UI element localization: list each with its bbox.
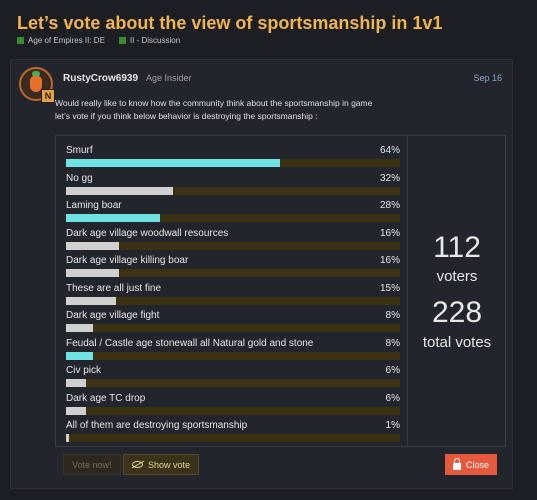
category-label: II - Discussion [129,36,181,45]
poll-option-bar [66,269,400,277]
poll-option-bar [66,324,400,332]
poll-option-label: Smurf [66,145,93,156]
poll-option-label: Dark age TC drop [66,392,146,404]
poll-option-percent: 28% [379,200,400,211]
poll-option-percent: 16% [379,227,400,239]
poll-option-bar-fill [66,434,70,442]
total-votes-count: 228 [431,296,483,329]
poll-option-label: All of them are destroying sportsmanship [66,420,248,431]
poll-option-label: Feudal / Castle age stonewall all Natura… [66,337,314,349]
poll-option-percent: 6% [385,365,400,376]
category-color-square [118,37,126,44]
poll-option-label: Dark age village fight [66,310,160,321]
topic-title[interactable]: Let’s vote about the view of sportsmansh… [17,13,442,34]
poll-option-bar [66,296,400,305]
post-body-line: let’s vote if you think below behavior i… [55,111,318,121]
user-title: Age Insider [146,73,192,83]
poll-option-label: Civ pick [66,365,102,376]
poll-option-bar-fill [66,406,87,415]
poll-results: Smurf 64% No gg 32% Laming boar 28% Dark age v… [56,136,408,446]
poll-option-bar-fill [66,186,173,195]
total-votes-label: total votes [422,334,492,351]
poll-option-bar [66,214,400,222]
poll-option-bar-fill [66,351,93,360]
category-discussion[interactable]: II - Discussion [118,36,181,45]
show-vote-button[interactable]: Show vote [123,454,200,475]
poll-stats: 112 voters 228 total votes [409,136,505,446]
poll-option-bar [66,351,400,360]
vote-now-button[interactable]: Vote now! [63,454,121,475]
post-body-line: Would really like to know how the commun… [55,98,373,108]
category-color-square [17,37,24,44]
poll-option-bar-fill [66,159,280,167]
poll-option-bar [66,241,400,250]
poll-option-percent: 15% [379,282,400,294]
poll: Smurf 64% No gg 32% Laming boar 28% Dark age v… [55,135,506,447]
poll-option-percent: 8% [385,310,400,321]
poll-option-bar [66,186,400,195]
poll-option-bar-fill [66,269,120,277]
close-label: Close [465,459,489,470]
poll-option-bar [66,434,400,442]
poll-option-label: Dark age village woodwall resources [66,227,229,239]
poll-option-bar-fill [66,214,160,222]
voters-count: 112 [433,231,481,264]
user-badge: N [41,89,55,103]
post: N RustyCrow6939 Age Insider Sep 16 Would… [10,59,513,489]
poll-option-label: Dark age village killing boar [66,255,189,266]
post-date[interactable]: Sep 16 [473,73,502,83]
vote-now-label: Vote now! [72,459,112,470]
avatar[interactable]: N [19,67,55,103]
poll-option-bar [66,406,400,415]
poll-option-bar-fill [66,379,87,387]
category-aoe2[interactable]: Age of Empires II: DE [17,36,105,45]
username[interactable]: RustyCrow6939 [63,73,138,84]
poll-option-percent: 8% [385,337,400,349]
category-breadcrumb: Age of Empires II: DE II - Discussion [17,36,180,45]
lock-icon [452,457,461,470]
poll-option-percent: 16% [379,255,400,266]
poll-option-bar [66,159,400,167]
poll-option-percent: 64% [379,145,400,156]
poll-option-percent: 6% [385,392,400,404]
poll-option-percent: 1% [385,420,400,431]
poll-option-bar-fill [66,241,120,250]
poll-option-bar-fill [66,324,93,332]
poll-option-bar-fill [66,296,117,305]
close-poll-button[interactable]: Close [444,454,497,475]
eye-slash-icon [132,461,143,468]
post-body: Would really like to know how the commun… [55,97,372,123]
poll-option-bar [66,379,400,387]
voters-label: voters [436,268,478,285]
poll-option-label: Laming boar [66,200,122,211]
poll-option-label: No gg [66,172,93,184]
show-vote-label: Show vote [148,459,191,470]
poll-option-percent: 32% [379,172,400,184]
poll-option-label: These are all just fine [66,282,162,294]
category-label: Age of Empires II: DE [28,36,105,45]
